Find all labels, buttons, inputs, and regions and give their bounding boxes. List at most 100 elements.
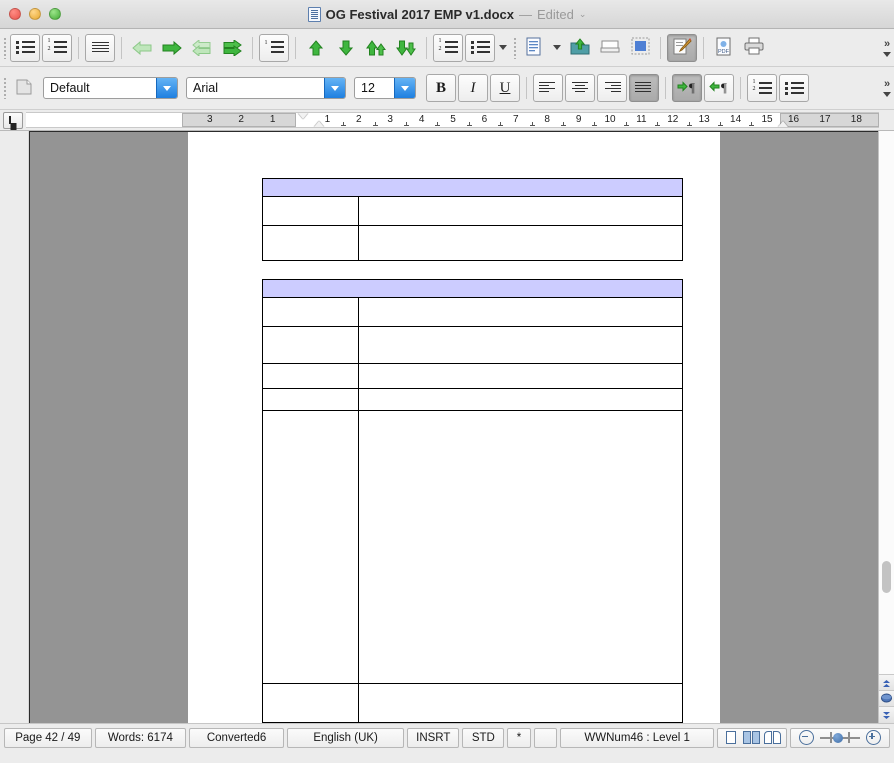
overflow-chevrons-icon[interactable]: » [884, 38, 890, 50]
ltr-paragraph-button[interactable]: ¶ [672, 74, 702, 102]
font-size-combobox[interactable]: 12 [354, 77, 416, 99]
table-label-cell[interactable] [262, 196, 359, 226]
multi-page-view-button[interactable] [742, 731, 760, 744]
export-pdf-button[interactable]: PDF [710, 35, 738, 61]
table-value-cell[interactable] [358, 196, 683, 226]
toolbar-grip[interactable] [0, 29, 9, 66]
insert-mode[interactable]: INSRT [407, 727, 460, 748]
underline-button[interactable]: U [490, 74, 520, 102]
demote-with-subpoints-button[interactable] [218, 35, 246, 61]
table-row[interactable] [262, 279, 683, 298]
main-toolbar-overflow[interactable]: » [880, 29, 894, 66]
tab-stop-left-icon[interactable] [3, 111, 23, 129]
bold-button[interactable]: B [426, 74, 456, 102]
table-label-cell[interactable] [262, 225, 359, 261]
move-down-button[interactable] [332, 35, 360, 61]
zoom-in-button[interactable] [866, 730, 881, 745]
table-label-cell[interactable] [262, 410, 359, 684]
table-one[interactable] [262, 178, 683, 261]
chevron-down-icon[interactable] [883, 51, 891, 57]
table-header-cell[interactable] [262, 178, 683, 197]
table-label-cell[interactable] [262, 297, 359, 327]
new-document-button[interactable] [520, 35, 548, 61]
chevron-down-icon[interactable] [394, 78, 415, 98]
italic-button[interactable]: I [458, 74, 488, 102]
left-indent-marker[interactable] [314, 121, 324, 127]
table-row[interactable] [262, 297, 683, 327]
table-header-cell[interactable] [262, 279, 683, 298]
open-remote-button[interactable] [566, 35, 594, 61]
align-right-button[interactable] [597, 74, 627, 102]
chevron-down-icon[interactable] [156, 78, 177, 98]
overflow-chevrons-icon[interactable]: » [884, 79, 890, 90]
ordered-list-button[interactable] [42, 33, 72, 62]
document-page[interactable] [188, 132, 720, 723]
table-value-cell[interactable] [358, 683, 683, 723]
previous-page-button[interactable] [879, 674, 894, 691]
table-label-cell[interactable] [262, 388, 359, 411]
paragraph-style-combobox[interactable]: Default [43, 77, 178, 99]
unordered-list-button[interactable] [779, 74, 809, 102]
list-level-indicator[interactable]: WWNum46 : Level 1 [560, 727, 714, 748]
document-canvas[interactable] [29, 131, 878, 723]
right-indent-marker[interactable] [777, 121, 788, 127]
move-down-with-subpoints-button[interactable] [392, 35, 420, 61]
zoom-out-button[interactable] [799, 730, 814, 745]
word-count[interactable]: Words: 6174 [94, 727, 187, 748]
minimize-button[interactable] [29, 8, 41, 20]
align-left-button[interactable] [533, 74, 563, 102]
language-indicator[interactable]: English (UK) [287, 727, 405, 748]
table-row[interactable] [262, 388, 683, 411]
vertical-scroll-thumb[interactable] [882, 561, 891, 593]
main-toolbar-overflow-left[interactable] [496, 29, 510, 66]
table-value-cell[interactable] [358, 410, 683, 684]
font-name-combobox[interactable]: Arial [186, 77, 346, 99]
no-list-button[interactable] [465, 33, 495, 62]
chevron-down-icon[interactable] [883, 92, 891, 97]
toolbar-grip[interactable] [0, 67, 9, 109]
table-row[interactable] [262, 225, 683, 261]
chevron-down-icon[interactable] [324, 78, 345, 98]
next-page-button[interactable] [879, 706, 894, 723]
rtl-paragraph-button[interactable]: ¶ [704, 74, 734, 102]
selection-mode[interactable]: STD [462, 727, 505, 748]
chevron-down-icon[interactable] [499, 45, 507, 50]
demote-button[interactable] [158, 35, 186, 61]
paragraph-style-value[interactable]: Default [44, 78, 156, 98]
vertical-scrollbar[interactable] [878, 131, 894, 723]
table-row[interactable] [262, 178, 683, 197]
paragraph-style-button[interactable] [10, 75, 38, 101]
page-style[interactable]: Converted6 [189, 727, 285, 748]
align-center-button[interactable] [565, 74, 595, 102]
table-value-cell[interactable] [358, 326, 683, 364]
move-up-with-subpoints-button[interactable] [362, 35, 390, 61]
promote-button[interactable] [128, 35, 156, 61]
insert-unnumbered-entry-button[interactable] [259, 33, 289, 62]
zoom-slider[interactable] [820, 731, 860, 744]
close-button[interactable] [9, 8, 21, 20]
table-label-cell[interactable] [262, 683, 359, 723]
tab-stop-selector[interactable] [0, 110, 26, 130]
toolbar-grip[interactable] [510, 29, 519, 66]
font-name-value[interactable]: Arial [187, 78, 324, 98]
font-size-value[interactable]: 12 [355, 78, 394, 98]
outline-format-button[interactable] [85, 33, 115, 62]
new-document-dropdown[interactable] [550, 35, 564, 61]
align-justify-button[interactable] [629, 74, 659, 102]
restart-numbering-button[interactable] [433, 33, 463, 62]
move-up-button[interactable] [302, 35, 330, 61]
single-page-view-button[interactable] [724, 731, 737, 744]
table-value-cell[interactable] [358, 297, 683, 327]
navigation-button[interactable] [879, 690, 894, 707]
print-button[interactable] [740, 35, 768, 61]
edit-mode-button[interactable] [667, 33, 697, 62]
insert-image-button[interactable] [626, 35, 654, 61]
table-value-cell[interactable] [358, 225, 683, 261]
maximize-button[interactable] [49, 8, 61, 20]
table-label-cell[interactable] [262, 363, 359, 389]
zoom-slider-knob[interactable] [833, 733, 844, 743]
table-label-cell[interactable] [262, 326, 359, 364]
first-line-indent-marker[interactable] [298, 113, 308, 119]
table-value-cell[interactable] [358, 363, 683, 389]
table-row[interactable] [262, 683, 683, 723]
